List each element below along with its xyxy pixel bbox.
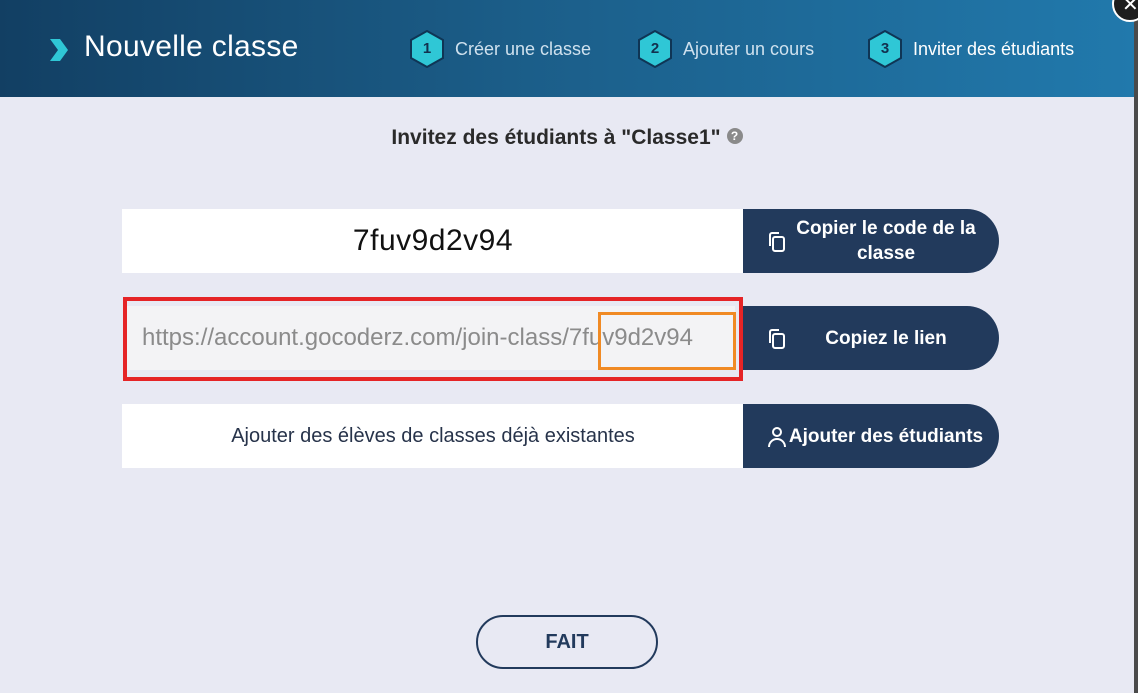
- step-invite-students: 3 Inviter des étudiants: [867, 29, 1074, 69]
- step-2-label: Ajouter un cours: [683, 38, 815, 59]
- code-highlight-frame: [598, 312, 736, 370]
- copy-class-code-label: Copier le code de la classe: [796, 218, 976, 264]
- step-3-label: Inviter des étudiants: [913, 38, 1075, 59]
- step-3-badge: 3: [867, 30, 903, 68]
- modal-title: Nouvelle classe: [84, 30, 299, 63]
- existing-students-info: Ajouter des élèves de classes déjà exist…: [122, 404, 744, 468]
- copy-link-button[interactable]: Copiez le lien: [743, 306, 999, 370]
- invite-heading-text: Invitez des étudiants à "Classe1": [391, 126, 721, 149]
- step-1-badge: 1: [409, 30, 445, 68]
- step-1-label: Créer une classe: [455, 38, 592, 59]
- chevron-right-icon: [50, 39, 68, 61]
- window-edge: [1134, 0, 1138, 693]
- help-icon[interactable]: ?: [726, 128, 743, 145]
- step-add-course: 2 Ajouter un cours: [637, 29, 814, 69]
- new-class-modal: Nouvelle classe 1 Créer une classe 2 Ajo…: [0, 0, 1134, 693]
- invite-heading: Invitez des étudiants à "Classe1"?: [0, 126, 1134, 150]
- done-button[interactable]: FAIT: [476, 615, 658, 669]
- copy-link-label: Copiez le lien: [825, 327, 947, 349]
- close-icon: ✕: [1122, 0, 1138, 16]
- add-students-label: Ajouter des étudiants: [788, 425, 984, 447]
- step-create-class: 1 Créer une classe: [409, 29, 591, 69]
- step-3-number: 3: [880, 40, 890, 57]
- step-2-number: 2: [650, 40, 660, 57]
- step-1-number: 1: [422, 40, 432, 57]
- copy-class-code-button[interactable]: Copier le code de la classe: [743, 209, 999, 273]
- step-2-badge: 2: [637, 30, 673, 68]
- class-code-display: 7fuv9d2v94: [122, 209, 744, 273]
- add-students-button[interactable]: Ajouter des étudiants: [743, 404, 999, 468]
- modal-header: Nouvelle classe 1 Créer une classe 2 Ajo…: [0, 0, 1134, 97]
